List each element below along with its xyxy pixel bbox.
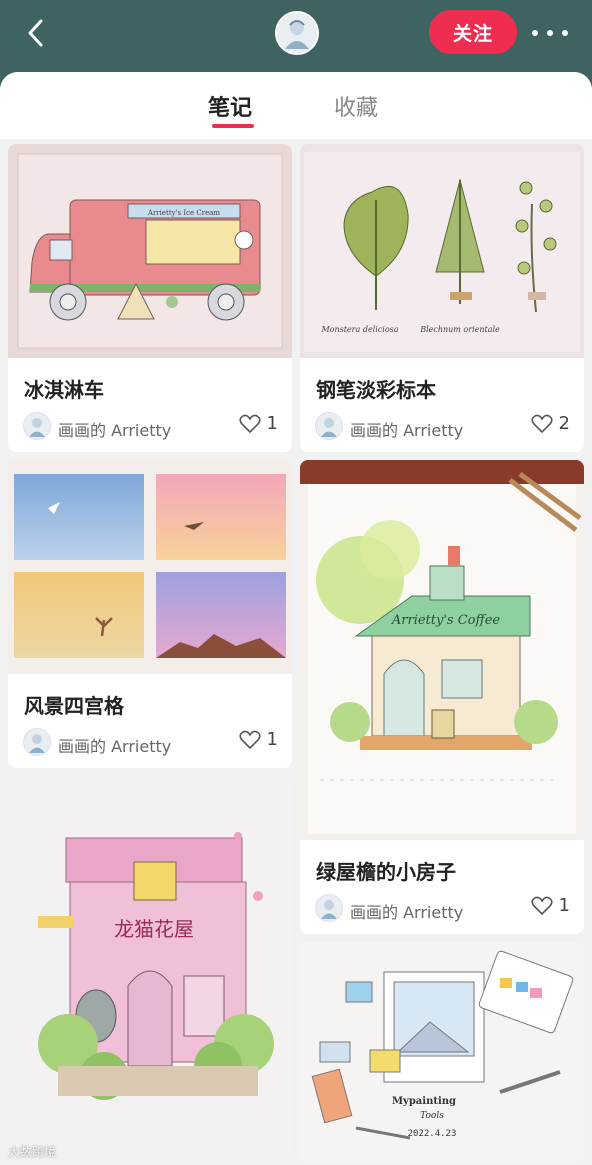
note-card[interactable]: 龙猫花屋 — [8, 776, 292, 1156]
note-title[interactable]: 钢笔淡彩标本 — [300, 358, 584, 402]
note-image[interactable]: 龙猫花屋 — [8, 776, 292, 1156]
note-meta: 画画的 Arrietty 1 — [300, 882, 584, 934]
note-image[interactable]: Monstera deliciosa Blechnum orientale — [300, 144, 584, 358]
svg-text:Tools: Tools — [420, 1111, 444, 1121]
note-meta: 画画的 Arrietty 2 — [300, 400, 584, 452]
note-image[interactable] — [8, 460, 292, 674]
author-avatar[interactable] — [23, 728, 51, 756]
author-name[interactable]: 画画的 Arrietty — [350, 417, 463, 441]
watermark: 大数跨境 — [8, 1145, 57, 1159]
back-icon[interactable] — [24, 18, 50, 48]
heart-icon — [238, 414, 261, 433]
more-options-icon[interactable] — [532, 22, 568, 44]
author-name[interactable]: 画画的 Arrietty — [350, 899, 463, 923]
svg-text:2022.4.23: 2022.4.23 — [408, 1129, 457, 1139]
note-image[interactable]: Arrietty's Ice Cream — [8, 144, 292, 358]
author-avatar[interactable] — [23, 412, 51, 440]
svg-text:Arrietty's Coffee: Arrietty's Coffee — [391, 613, 501, 628]
like-button[interactable]: 1 — [530, 895, 570, 916]
svg-text:龙猫花屋: 龙猫花屋 — [114, 917, 194, 941]
profile-avatar[interactable] — [275, 11, 319, 55]
like-count: 1 — [266, 413, 278, 434]
content-panel: 笔记 收藏 Arrietty's Ice Cream 冰淇淋车 画画的 Arri… — [0, 72, 592, 1165]
note-meta: 画画的 Arrietty 1 — [8, 400, 292, 452]
note-card[interactable]: Mypainting Tools 2022.4.23 — [300, 942, 584, 1162]
note-card[interactable]: 风景四宫格 画画的 Arrietty 1 — [8, 460, 292, 768]
like-count: 2 — [558, 413, 570, 434]
svg-text:Arrietty's Ice Cream: Arrietty's Ice Cream — [147, 209, 221, 217]
note-card[interactable]: Arrietty's Coffee 绿屋檐的小房子 画画的 Arrietty 1 — [300, 460, 584, 934]
tab-bar: 笔记 收藏 — [0, 72, 592, 140]
note-title[interactable]: 风景四宫格 — [8, 674, 292, 718]
like-button[interactable]: 2 — [530, 413, 570, 434]
tab-notes[interactable]: 笔记 — [208, 90, 252, 122]
note-title[interactable]: 冰淇淋车 — [8, 358, 292, 402]
active-tab-indicator — [212, 124, 254, 128]
feed-column-left: Arrietty's Ice Cream 冰淇淋车 画画的 Arrietty 1… — [8, 144, 292, 1164]
note-card[interactable]: Monstera deliciosa Blechnum orientale 钢笔… — [300, 144, 584, 452]
heart-icon — [530, 414, 553, 433]
heart-icon — [530, 896, 553, 915]
author-name[interactable]: 画画的 Arrietty — [58, 733, 171, 757]
author-avatar[interactable] — [315, 894, 343, 922]
note-card[interactable]: Arrietty's Ice Cream 冰淇淋车 画画的 Arrietty 1 — [8, 144, 292, 452]
note-title[interactable]: 绿屋檐的小房子 — [300, 840, 584, 884]
svg-text:Blechnum orientale: Blechnum orientale — [419, 325, 500, 334]
like-button[interactable]: 1 — [238, 729, 278, 750]
svg-text:Mypainting: Mypainting — [392, 1096, 456, 1107]
follow-button[interactable]: 关注 — [429, 10, 517, 54]
author-name[interactable]: 画画的 Arrietty — [58, 417, 171, 441]
svg-text:Monstera deliciosa: Monstera deliciosa — [320, 325, 398, 334]
like-button[interactable]: 1 — [238, 413, 278, 434]
note-image[interactable]: Arrietty's Coffee — [300, 460, 584, 840]
note-meta: 画画的 Arrietty 1 — [8, 716, 292, 768]
note-image[interactable]: Mypainting Tools 2022.4.23 — [300, 942, 584, 1162]
like-count: 1 — [266, 729, 278, 750]
feed-column-right: Monstera deliciosa Blechnum orientale 钢笔… — [300, 144, 584, 1165]
author-avatar[interactable] — [315, 412, 343, 440]
tab-collections[interactable]: 收藏 — [334, 90, 378, 122]
like-count: 1 — [558, 895, 570, 916]
heart-icon — [238, 730, 261, 749]
